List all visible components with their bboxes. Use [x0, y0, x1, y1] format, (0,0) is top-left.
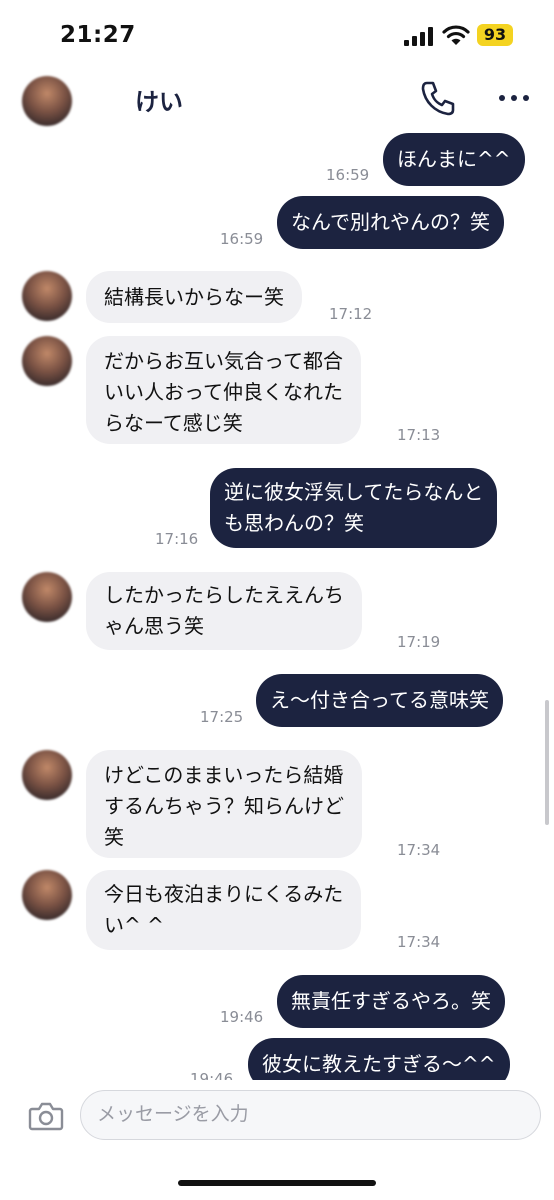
- contact-name[interactable]: けい: [135, 82, 183, 117]
- more-horizontal-icon[interactable]: [496, 88, 532, 108]
- sender-avatar[interactable]: [22, 572, 72, 622]
- message-timestamp: 17:34: [397, 933, 441, 951]
- message-bubble-outgoing[interactable]: 逆に彼女浮気してたらなんと も思わんの？笑: [210, 468, 498, 548]
- status-time: 21:27: [60, 22, 136, 48]
- battery-indicator: 93: [477, 24, 513, 46]
- sender-avatar[interactable]: [22, 870, 72, 920]
- message-timestamp: 19:46: [190, 1070, 234, 1080]
- message-bubble-incoming[interactable]: 今日も夜泊まりにくるみた い^ ^: [86, 870, 362, 950]
- message-bubble-incoming[interactable]: 結構長いからなー笑: [86, 271, 302, 323]
- message-bubble-incoming[interactable]: だからお互い気合って都合 いい人おって仲良くなれた らなーて感じ笑: [86, 336, 361, 444]
- message-timestamp: 17:34: [397, 841, 441, 859]
- message-bubble-outgoing[interactable]: なんで別れやんの？笑: [277, 196, 504, 249]
- status-bar: 21:27 93: [0, 0, 554, 64]
- sender-avatar[interactable]: [22, 750, 72, 800]
- message-bubble-incoming[interactable]: けどこのままいったら結婚 するんちゃう？知らんけど 笑: [86, 750, 362, 858]
- message-timestamp: 17:13: [397, 426, 441, 444]
- message-list[interactable]: ほんまに^^ 16:59 なんで別れやんの？笑 16:59 結構長いからなー笑 …: [0, 130, 554, 1080]
- message-timestamp: 17:19: [397, 633, 441, 651]
- message-timestamp: 16:59: [326, 166, 370, 184]
- message-bubble-outgoing[interactable]: 彼女に教えたすぎる〜^^: [248, 1038, 510, 1080]
- message-input-bar: メッセージを入力: [0, 1080, 554, 1200]
- message-timestamp: 17:12: [329, 305, 373, 323]
- scrollbar[interactable]: [545, 700, 549, 825]
- message-bubble-incoming[interactable]: したかったらしたええんち ゃん思う笑: [86, 572, 362, 650]
- message-bubble-outgoing[interactable]: え〜付き合ってる意味笑: [256, 674, 503, 727]
- camera-icon[interactable]: [28, 1100, 64, 1132]
- cellular-signal-icon: [404, 26, 436, 46]
- home-indicator[interactable]: [178, 1180, 376, 1186]
- chat-header: けい: [0, 64, 554, 134]
- message-timestamp: 16:59: [220, 230, 264, 248]
- sender-avatar[interactable]: [22, 271, 72, 321]
- wifi-icon: [442, 25, 470, 45]
- phone-icon[interactable]: [418, 78, 458, 118]
- message-timestamp: 17:16: [155, 530, 199, 548]
- sender-avatar[interactable]: [22, 336, 72, 386]
- message-timestamp: 19:46: [220, 1008, 264, 1026]
- message-bubble-outgoing[interactable]: ほんまに^^: [383, 133, 525, 186]
- message-timestamp: 17:25: [200, 708, 244, 726]
- message-bubble-outgoing[interactable]: 無責任すぎるやろ。笑: [277, 975, 505, 1028]
- contact-avatar[interactable]: [22, 76, 72, 126]
- message-input[interactable]: メッセージを入力: [80, 1090, 541, 1140]
